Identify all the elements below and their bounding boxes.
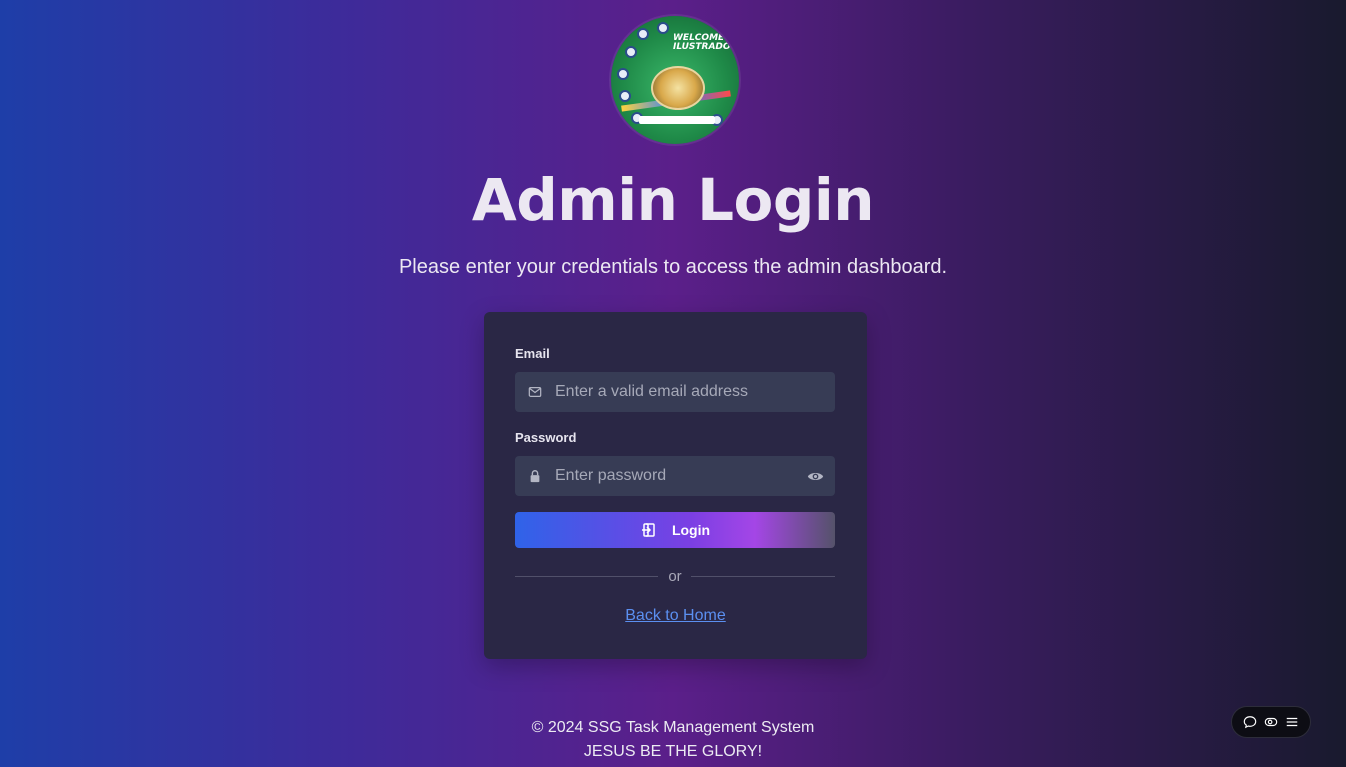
mail-icon (528, 387, 542, 397)
page-title: Admin Login (471, 166, 875, 234)
email-input[interactable] (555, 372, 795, 412)
logo-banner (639, 116, 715, 124)
email-field[interactable] (515, 372, 835, 412)
menu-icon[interactable] (1285, 715, 1299, 729)
eye-toggle-icon[interactable] (1264, 715, 1278, 729)
footer-copyright: © 2024 SSG Task Management System (531, 719, 815, 736)
login-button-label: Login (671, 522, 711, 538)
lock-icon (530, 470, 540, 483)
divider-line-right (691, 576, 835, 577)
password-input[interactable] (555, 456, 795, 496)
back-to-home-link[interactable]: Back to Home (484, 607, 867, 625)
page-subtitle: Please enter your credentials to access … (398, 256, 948, 278)
password-field[interactable] (515, 456, 835, 496)
sign-in-icon (641, 523, 655, 537)
floating-toolbar (1231, 706, 1311, 738)
login-button[interactable]: Login (515, 512, 835, 548)
chat-icon[interactable] (1243, 715, 1257, 729)
password-label: Password (515, 430, 577, 445)
logo-seal (651, 66, 705, 110)
eye-icon[interactable] (807, 468, 824, 485)
logo-text: WELCOME BA ILUSTRADOS! (673, 33, 739, 52)
login-card: Email Password Login or Back t (484, 312, 867, 659)
email-label: Email (515, 346, 550, 361)
footer-tagline: JESUS BE THE GLORY! (583, 743, 763, 760)
or-divider: or (515, 568, 835, 585)
logo: WELCOME BA ILUSTRADOS! (611, 16, 739, 144)
